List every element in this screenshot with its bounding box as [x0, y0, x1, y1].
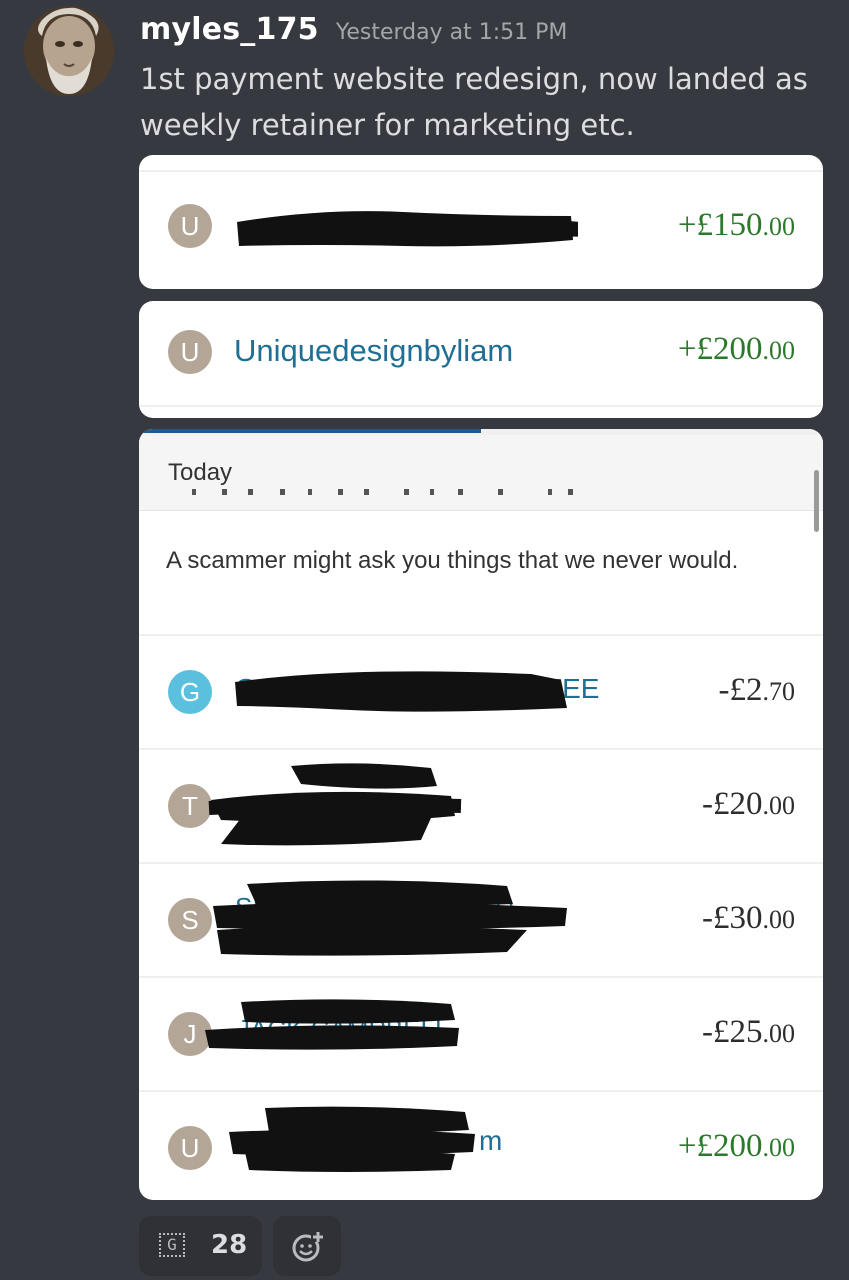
redaction-mark: JACK CAMPBELL	[205, 999, 459, 1050]
amount-main: +£200	[677, 331, 763, 367]
amount-pence: .00	[762, 212, 796, 241]
timestamp: Yesterday at 1:51 PM	[335, 20, 568, 45]
section-label: Today	[168, 459, 233, 486]
divider	[139, 862, 823, 864]
username[interactable]: myles_175	[140, 12, 319, 47]
transaction-amount: -£2.70	[719, 672, 796, 709]
divider	[139, 976, 823, 978]
transaction-amount: -£20.00	[702, 786, 795, 823]
redaction-mark: GLOB FEE	[235, 671, 599, 712]
amount-main: -£25	[702, 1014, 763, 1050]
divider	[139, 748, 823, 750]
progress-fill	[139, 429, 481, 433]
add-reaction-button[interactable]	[273, 1216, 341, 1276]
transaction-amount: -£30.00	[702, 900, 795, 937]
message-text: 1st payment website redesign, now landed…	[140, 62, 808, 142]
transaction-amount: +£200.00	[678, 331, 795, 368]
amount-pence: .00	[762, 791, 796, 820]
amount-pence: .00	[762, 336, 796, 365]
scam-warning-text: A scammer might ask you things that we n…	[166, 547, 739, 574]
payment-card-2: U Uniquedesignbyliam +£200.00	[139, 301, 823, 418]
transaction-amount: +£150.00	[678, 207, 795, 244]
divider	[139, 405, 823, 407]
amount-pence: .00	[762, 905, 796, 934]
divider	[139, 170, 823, 172]
scrollbar-thumb[interactable]	[814, 470, 819, 532]
divider	[139, 634, 823, 636]
message-header: myles_175 Yesterday at 1:51 PM	[140, 12, 567, 47]
user-avatar[interactable]	[24, 6, 114, 96]
clipped-text-fragment	[192, 489, 573, 495]
reaction-count: 28	[211, 1230, 248, 1260]
redaction-mark	[208, 763, 462, 846]
payee-avatar: U	[168, 204, 212, 248]
amount-main: -£20	[702, 786, 763, 822]
add-reaction-icon	[292, 1230, 325, 1262]
g-emoji-icon: G	[159, 1233, 185, 1257]
amount-main: +£200	[677, 1128, 763, 1164]
amount-main: -£30	[702, 900, 763, 936]
payee-avatar: S	[168, 898, 212, 942]
transaction-amount: +£200.00	[678, 1128, 795, 1165]
payment-card-1: U +£150.00	[139, 155, 823, 289]
transaction-amount: -£25.00	[702, 1014, 795, 1051]
amount-pence: .00	[762, 1133, 796, 1162]
amount-pence: .00	[762, 1019, 796, 1048]
redaction-mark	[237, 211, 578, 247]
discord-message: myles_175 Yesterday at 1:51 PM 1st payme…	[0, 0, 849, 1280]
amount-main: -£2	[718, 672, 763, 708]
amount-main: +£150	[677, 207, 763, 243]
redaction-mark: m	[229, 1106, 502, 1172]
divider	[139, 1090, 823, 1092]
transaction-list-card: Today A scammer might ask you things tha…	[139, 429, 823, 1200]
svg-text:m: m	[479, 1125, 502, 1156]
payee-avatar: U	[168, 1126, 212, 1170]
payee-avatar: U	[168, 330, 212, 374]
payee-name[interactable]: Uniquedesignbyliam	[234, 333, 513, 369]
reaction-button[interactable]: G 28	[139, 1216, 262, 1276]
amount-pence: .70	[762, 677, 796, 706]
payee-avatar: G	[168, 670, 212, 714]
redaction-mark: SI D	[213, 880, 567, 956]
